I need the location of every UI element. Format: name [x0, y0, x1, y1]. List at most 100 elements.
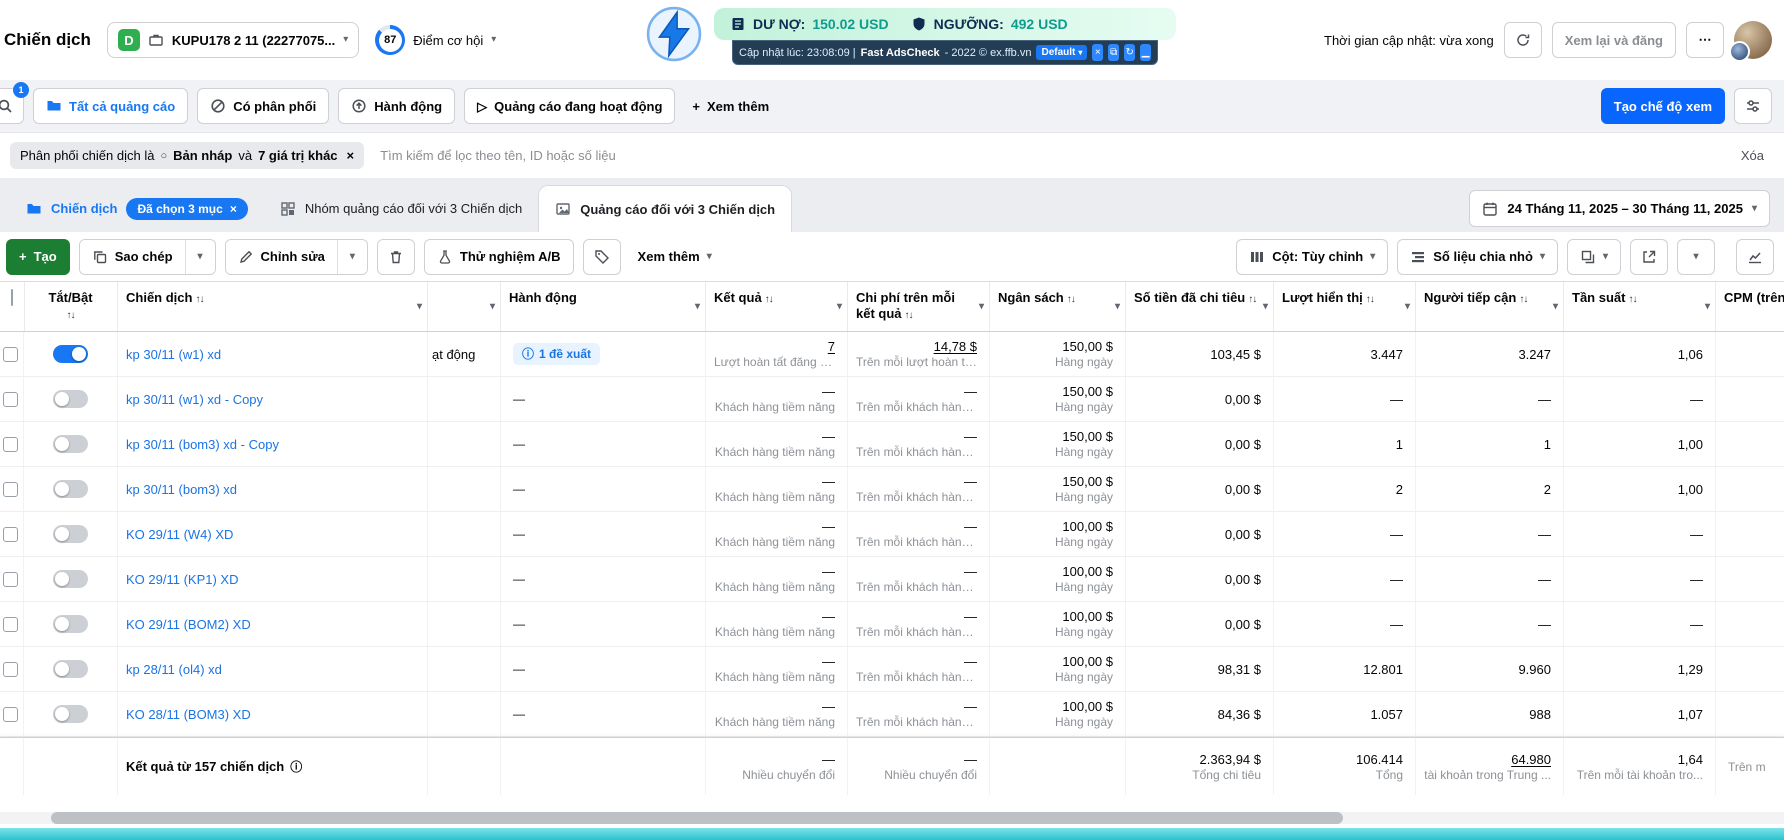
- duplicate-menu-button[interactable]: ▾: [185, 239, 215, 274]
- sort-icon[interactable]: ↑↓: [32, 308, 109, 324]
- campaign-name-link[interactable]: kp 30/11 (w1) xd - Copy: [126, 392, 263, 407]
- select-all-checkbox[interactable]: [11, 289, 13, 306]
- row-toggle[interactable]: [53, 615, 88, 633]
- row-checkbox[interactable]: [3, 661, 18, 677]
- campaign-name-link[interactable]: KO 29/11 (BOM2) XD: [126, 617, 251, 632]
- row-toggle[interactable]: [53, 345, 88, 363]
- sort-icon[interactable]: ↑↓: [905, 310, 914, 321]
- sort-icon[interactable]: ↑↓: [1248, 294, 1257, 305]
- user-avatar[interactable]: [1729, 21, 1772, 62]
- row-toggle[interactable]: [53, 660, 88, 678]
- row-toggle[interactable]: [53, 480, 88, 498]
- row-checkbox[interactable]: [3, 481, 18, 497]
- column-header-cost[interactable]: Chi phí trên mỗi kết quả ↑↓ ▾: [848, 282, 990, 331]
- clear-selection-icon[interactable]: ×: [230, 202, 237, 216]
- column-header-action[interactable]: Hành động ▾: [501, 282, 706, 331]
- table-row[interactable]: KO 29/11 (BOM2) XD ⓘ — — Khách hàng tiềm…: [0, 602, 1784, 647]
- column-header-toggle[interactable]: Tắt/Bật ↑↓: [24, 282, 118, 331]
- edit-menu-button[interactable]: ▾: [337, 239, 367, 274]
- row-checkbox[interactable]: [3, 706, 18, 722]
- chevron-down-icon[interactable]: ▾: [417, 301, 422, 312]
- chevron-down-icon[interactable]: ▾: [1263, 301, 1268, 312]
- column-header-cpm[interactable]: CPM (trên m: [1716, 282, 1784, 331]
- chevron-down-icon[interactable]: ▾: [1705, 301, 1710, 312]
- sort-icon[interactable]: ↑↓: [1519, 294, 1528, 305]
- opportunity-score[interactable]: 87 Điểm cơ hội ▾: [375, 25, 496, 55]
- table-row[interactable]: KO 29/11 (W4) XD ⓘ — — Khách hàng tiềm n…: [0, 512, 1784, 557]
- search-filter-input[interactable]: [380, 148, 1725, 163]
- table-row[interactable]: KO 28/11 (BOM3) XD ⓘ — — Khách hàng tiềm…: [0, 692, 1784, 737]
- row-toggle[interactable]: [53, 525, 88, 543]
- filter-all-ads[interactable]: Tất cả quảng cáo: [33, 88, 189, 124]
- campaign-name-link[interactable]: kp 28/11 (ol4) xd: [126, 662, 222, 677]
- more-options-button[interactable]: ⋯: [1686, 22, 1724, 58]
- row-checkbox[interactable]: [3, 346, 18, 362]
- chevron-down-icon[interactable]: ▾: [1553, 301, 1558, 312]
- minimize-icon[interactable]: ▁: [1140, 44, 1152, 61]
- action-suggestion-pill[interactable]: ⓘ —: [513, 392, 525, 406]
- sort-icon[interactable]: ↑↓: [1067, 294, 1076, 305]
- delete-button[interactable]: [376, 238, 415, 275]
- ab-test-button[interactable]: Thử nghiệm A/B: [423, 238, 574, 275]
- search-button[interactable]: 1: [0, 82, 29, 124]
- row-toggle[interactable]: [53, 435, 88, 453]
- account-selector[interactable]: D KUPU178 2 11 (22277075... ▾: [106, 22, 360, 58]
- export-menu-button[interactable]: ▾: [1677, 238, 1715, 275]
- sort-icon[interactable]: ↑↓: [195, 294, 204, 305]
- info-icon[interactable]: ⓘ: [290, 761, 302, 773]
- tab-ads[interactable]: Quảng cáo đối với 3 Chiến dịch: [538, 185, 793, 232]
- column-header-budget[interactable]: Ngân sách ↑↓ ▾: [990, 282, 1126, 331]
- filter-had-delivery[interactable]: Có phân phối: [197, 88, 330, 124]
- sort-icon[interactable]: ↑↓: [1366, 294, 1375, 305]
- action-suggestion-pill[interactable]: ⓘ —: [513, 617, 525, 631]
- chevron-down-icon[interactable]: ▾: [490, 301, 495, 312]
- row-checkbox[interactable]: [3, 391, 18, 407]
- breakdown-button[interactable]: Số liệu chia nhỏ ▾: [1397, 238, 1558, 275]
- sort-icon[interactable]: ↑↓: [1628, 294, 1637, 305]
- row-toggle[interactable]: [53, 705, 88, 723]
- export-button[interactable]: [1630, 238, 1668, 275]
- row-checkbox[interactable]: [3, 616, 18, 632]
- view-settings-button[interactable]: [1734, 88, 1772, 124]
- chevron-down-icon[interactable]: ▾: [1115, 301, 1120, 312]
- clear-filters-link[interactable]: Xóa: [1741, 148, 1770, 163]
- duplicate-button[interactable]: Sao chép: [79, 239, 185, 274]
- campaign-name-link[interactable]: kp 30/11 (bom3) xd - Copy: [126, 437, 279, 452]
- column-header-impressions[interactable]: Lượt hiển thị ↑↓ ▾: [1274, 282, 1416, 331]
- table-row[interactable]: KO 29/11 (KP1) XD ⓘ — — Khách hàng tiềm …: [0, 557, 1784, 602]
- delivery-filter-chip[interactable]: Phân phối chiến dịch là ○ Bản nháp và 7 …: [10, 142, 365, 169]
- action-suggestion-pill[interactable]: ⓘ —: [513, 437, 525, 451]
- row-checkbox[interactable]: [3, 526, 18, 542]
- row-checkbox[interactable]: [3, 571, 18, 587]
- chevron-down-icon[interactable]: ▾: [837, 301, 842, 312]
- remove-filter-icon[interactable]: ×: [347, 148, 355, 163]
- row-toggle[interactable]: [53, 570, 88, 588]
- campaign-name-link[interactable]: KO 29/11 (KP1) XD: [126, 572, 238, 587]
- column-header-frequency[interactable]: Tần suất ↑↓ ▾: [1564, 282, 1716, 331]
- table-row[interactable]: kp 30/11 (bom3) xd ⓘ — — Khách hàng tiềm…: [0, 467, 1784, 512]
- reports-button[interactable]: ▾: [1566, 238, 1621, 275]
- profile-select[interactable]: Default ▾: [1036, 45, 1088, 60]
- sort-icon[interactable]: ↑↓: [765, 294, 774, 305]
- campaign-name-link[interactable]: KO 28/11 (BOM3) XD: [126, 707, 251, 722]
- see-more-filters[interactable]: + Xem thêm: [684, 99, 777, 114]
- column-header-reach[interactable]: Người tiếp cận ↑↓ ▾: [1416, 282, 1564, 331]
- row-checkbox[interactable]: [3, 436, 18, 452]
- refresh-icon[interactable]: ↻: [1124, 44, 1136, 61]
- campaign-name-link[interactable]: kp 30/11 (w1) xd: [126, 347, 221, 362]
- edit-button[interactable]: Chỉnh sửa: [225, 239, 337, 274]
- chevron-down-icon[interactable]: ▾: [1405, 301, 1410, 312]
- toolbar-more-menu[interactable]: Xem thêm ▾: [630, 249, 720, 264]
- action-suggestion-pill[interactable]: ⓘ —: [513, 572, 525, 586]
- column-header-spent[interactable]: Số tiền đã chi tiêu ↑↓ ▾: [1126, 282, 1274, 331]
- column-header-delivery[interactable]: ▾: [428, 282, 501, 331]
- tab-adsets[interactable]: Nhóm quảng cáo đối với 3 Chiến dịch: [264, 185, 538, 232]
- columns-button[interactable]: Cột: Tùy chỉnh ▾: [1236, 238, 1389, 275]
- action-suggestion-pill[interactable]: ⓘ —: [513, 707, 525, 721]
- action-suggestion-pill[interactable]: ⓘ —: [513, 527, 525, 541]
- table-row[interactable]: kp 30/11 (w1) xd ạt động ⓘ 1 đề xuất 7 L…: [0, 332, 1784, 377]
- filter-active-ads[interactable]: ▷ Quảng cáo đang hoạt động: [464, 88, 676, 124]
- review-publish-button[interactable]: Xem lại và đăng: [1551, 22, 1676, 58]
- action-suggestion-pill[interactable]: ⓘ —: [513, 482, 525, 496]
- close-icon[interactable]: ×: [1092, 44, 1104, 61]
